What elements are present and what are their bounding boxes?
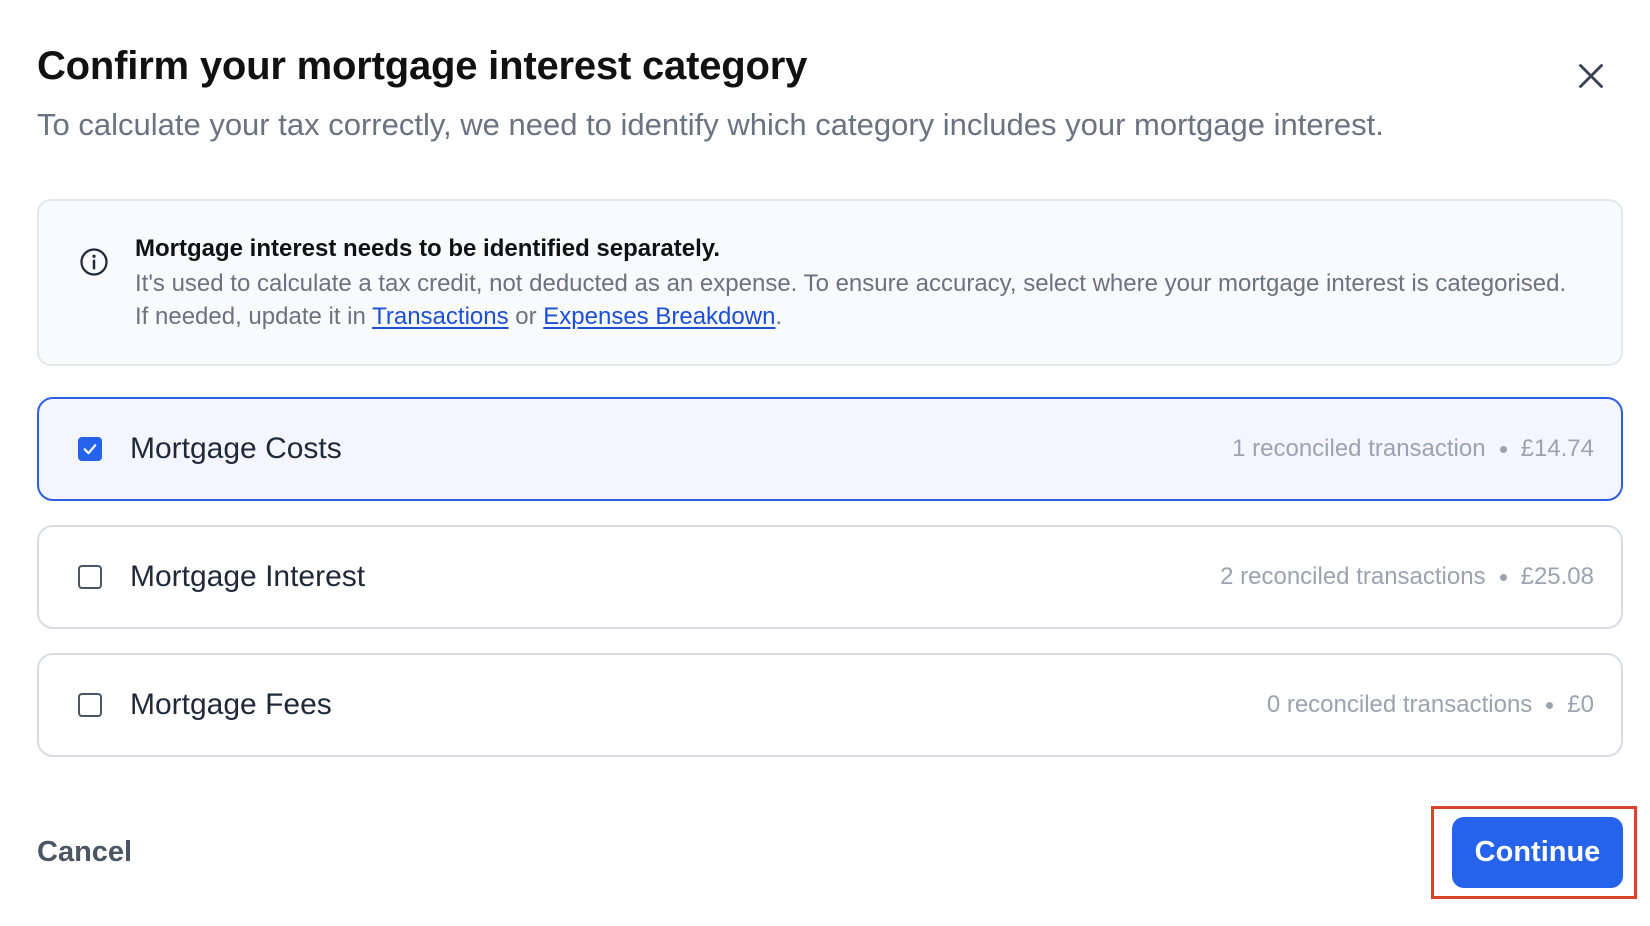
checkbox-unchecked[interactable]: [78, 693, 102, 717]
close-button[interactable]: [1567, 52, 1615, 100]
info-notice: Mortgage interest needs to be identified…: [37, 199, 1623, 366]
option-label: Mortgage Fees: [130, 688, 332, 721]
option-label: Mortgage Costs: [130, 432, 342, 465]
checkbox-checked[interactable]: [78, 437, 102, 461]
close-icon: [1579, 64, 1603, 88]
dialog-title: Confirm your mortgage interest category: [37, 44, 808, 88]
separator-dot-icon: [1546, 701, 1554, 709]
mortgage-category-dialog: Confirm your mortgage interest category …: [0, 0, 1650, 926]
option-mortgage-costs[interactable]: Mortgage Costs 1 reconciled transaction …: [37, 397, 1623, 501]
dialog-subtitle: To calculate your tax correctly, we need…: [37, 107, 1384, 142]
expenses-breakdown-link[interactable]: Expenses Breakdown: [543, 303, 775, 330]
cancel-button[interactable]: Cancel: [37, 832, 132, 872]
option-label: Mortgage Interest: [130, 560, 366, 593]
info-heading: Mortgage interest needs to be identified…: [135, 235, 721, 262]
info-body-text: It's used to calculate a tax credit, not…: [135, 270, 1567, 330]
amount: £25.08: [1520, 563, 1594, 590]
checkmark-icon: [83, 444, 97, 455]
info-circle-icon: [80, 248, 108, 276]
transaction-count: 0 reconciled transactions: [1266, 691, 1533, 718]
option-meta: 0 reconciled transactions £0: [1267, 688, 1594, 722]
amount: £0: [1567, 691, 1594, 718]
info-body: It's used to calculate a tax credit, not…: [135, 267, 1575, 333]
option-meta: 2 reconciled transactions £25.08: [1220, 560, 1594, 594]
option-meta: 1 reconciled transaction £14.74: [1232, 432, 1594, 466]
separator-dot-icon: [1499, 573, 1507, 581]
transaction-count: 1 reconciled transaction: [1232, 435, 1486, 462]
info-body-suffix: .: [775, 303, 783, 330]
separator-dot-icon: [1499, 445, 1507, 453]
option-mortgage-fees[interactable]: Mortgage Fees 0 reconciled transactions …: [37, 653, 1623, 757]
transaction-count: 2 reconciled transactions: [1220, 563, 1486, 590]
option-mortgage-interest[interactable]: Mortgage Interest 2 reconciled transacti…: [37, 525, 1623, 629]
continue-button[interactable]: Continue: [1452, 817, 1623, 888]
amount: £14.74: [1520, 435, 1594, 462]
info-body-or: or: [508, 303, 544, 330]
transactions-link[interactable]: Transactions: [372, 303, 509, 330]
checkbox-unchecked[interactable]: [78, 565, 102, 589]
